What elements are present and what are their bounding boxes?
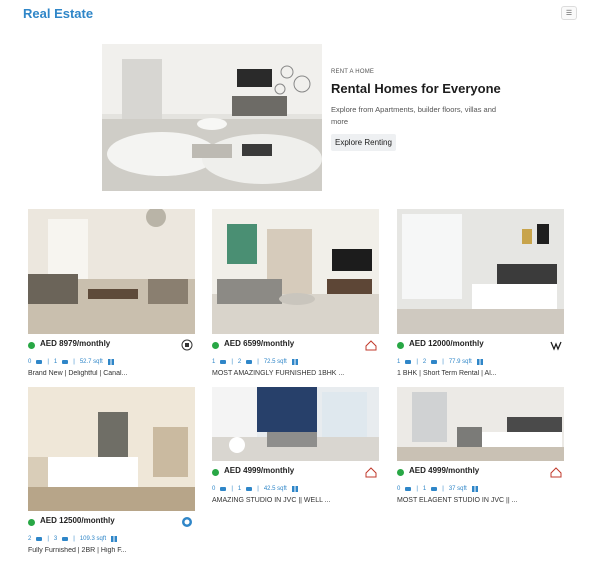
price-row: AED 4999/monthly bbox=[397, 466, 564, 480]
listing-meta: 0 | 1 | 42.5 sqft bbox=[212, 483, 379, 494]
price-row: AED 8979/monthly bbox=[28, 339, 195, 353]
bedrooms-count: 0 bbox=[397, 485, 401, 492]
bath-icon bbox=[431, 359, 438, 364]
verified-check-icon bbox=[397, 342, 404, 349]
agency-logo-icon bbox=[365, 340, 377, 351]
hero-description: Explore from Apartments, builder floors,… bbox=[331, 105, 497, 126]
verified-check-icon bbox=[28, 519, 35, 526]
listing-photo[interactable] bbox=[28, 387, 195, 511]
listing-price: AED 8979/monthly bbox=[40, 339, 111, 348]
agency-logo-icon bbox=[365, 467, 377, 478]
listing-photo[interactable] bbox=[397, 387, 564, 461]
listing-card[interactable]: AED 8979/monthly 0 | 1 | 52.7 sqft Brand… bbox=[28, 209, 195, 377]
menu-toggle-button[interactable]: ☰ bbox=[561, 6, 577, 20]
price-row: AED 12000/monthly bbox=[397, 339, 564, 353]
bath-icon bbox=[246, 359, 253, 364]
bed-icon bbox=[220, 359, 227, 364]
listing-price: AED 4999/monthly bbox=[409, 466, 480, 475]
listing-title[interactable]: Fully Furnished | 2BR | High F... bbox=[28, 547, 195, 554]
listing-price: AED 6599/monthly bbox=[224, 339, 295, 348]
listing-photo[interactable] bbox=[28, 209, 195, 334]
navbar: Real Estate ☰ bbox=[0, 0, 600, 30]
bathrooms-count: 2 bbox=[422, 358, 427, 365]
agency-logo-icon bbox=[182, 517, 192, 527]
area-icon bbox=[476, 358, 483, 365]
listing-meta: 0 | 1 | 37 sqft bbox=[397, 483, 564, 494]
listing-price: AED 4999/monthly bbox=[224, 466, 295, 475]
listing-card[interactable]: AED 6599/monthly 1 | 2 | 72.5 sqft MOST … bbox=[212, 209, 379, 377]
hero-eyebrow: RENT A HOME bbox=[331, 69, 375, 75]
bedrooms-count: 1 bbox=[397, 358, 401, 365]
bathrooms-count: 3 bbox=[53, 535, 58, 542]
bed-icon bbox=[405, 486, 412, 491]
area-value: 52.7 sqft bbox=[79, 358, 103, 365]
bath-icon bbox=[62, 536, 69, 541]
listing-photo[interactable] bbox=[212, 387, 379, 461]
listing-meta: 1 | 2 | 77.9 sqft bbox=[397, 356, 564, 367]
price-row: AED 4999/monthly bbox=[212, 466, 379, 480]
bedrooms-count: 0 bbox=[28, 358, 32, 365]
verified-check-icon bbox=[28, 342, 35, 349]
bed-icon bbox=[405, 359, 412, 364]
listing-price: AED 12000/monthly bbox=[409, 339, 484, 348]
area-value: 72.5 sqft bbox=[263, 358, 287, 365]
listing-photo[interactable] bbox=[212, 209, 379, 334]
area-value: 37 sqft bbox=[448, 485, 467, 492]
bed-icon bbox=[220, 486, 227, 491]
agency-logo-icon bbox=[550, 467, 562, 478]
listing-photo[interactable] bbox=[397, 209, 564, 334]
area-icon bbox=[291, 358, 298, 365]
bath-icon bbox=[246, 486, 253, 491]
verified-check-icon bbox=[212, 469, 219, 476]
area-icon bbox=[107, 358, 114, 365]
hero-title: Rental Homes for Everyone bbox=[331, 81, 501, 96]
area-icon bbox=[291, 485, 298, 492]
listing-title[interactable]: Brand New | Delightful | Canal... bbox=[28, 370, 195, 377]
agency-logo-icon bbox=[181, 339, 193, 351]
listing-meta: 1 | 2 | 72.5 sqft bbox=[212, 356, 379, 367]
area-icon bbox=[111, 535, 118, 542]
bathrooms-count: 1 bbox=[422, 485, 427, 492]
hamburger-icon: ☰ bbox=[565, 9, 573, 17]
area-value: 109.3 sqft bbox=[79, 535, 107, 542]
listing-price: AED 12500/monthly bbox=[40, 516, 115, 525]
agency-logo-icon bbox=[550, 341, 562, 351]
bedrooms-count: 2 bbox=[28, 535, 32, 542]
listing-title[interactable]: AMAZING STUDIO IN JVC || WELL ... bbox=[212, 497, 379, 504]
hero-image bbox=[102, 44, 322, 191]
listing-title[interactable]: MOST ELAGENT STUDIO IN JVC || ... bbox=[397, 497, 564, 504]
bedrooms-count: 0 bbox=[212, 485, 216, 492]
bedrooms-count: 1 bbox=[212, 358, 216, 365]
listing-meta: 2 | 3 | 109.3 sqft bbox=[28, 533, 195, 544]
bath-icon bbox=[62, 359, 69, 364]
area-value: 77.9 sqft bbox=[448, 358, 472, 365]
listing-card[interactable]: AED 4999/monthly 0 | 1 | 37 sqft MOST EL… bbox=[397, 387, 564, 504]
hero-content: RENT A HOME Rental Homes for Everyone Ex… bbox=[331, 69, 511, 151]
verified-check-icon bbox=[397, 469, 404, 476]
bathrooms-count: 1 bbox=[53, 358, 58, 365]
bed-icon bbox=[36, 536, 43, 541]
listing-card[interactable]: AED 4999/monthly 0 | 1 | 42.5 sqft AMAZI… bbox=[212, 387, 379, 504]
listing-meta: 0 | 1 | 52.7 sqft bbox=[28, 356, 195, 367]
price-row: AED 12500/monthly bbox=[28, 516, 195, 530]
area-icon bbox=[471, 485, 478, 492]
listing-card[interactable]: AED 12000/monthly 1 | 2 | 77.9 sqft 1 BH… bbox=[397, 209, 564, 377]
bath-icon bbox=[431, 486, 438, 491]
listing-card[interactable]: AED 12500/monthly 2 | 3 | 109.3 sqft Ful… bbox=[28, 387, 195, 554]
explore-renting-button[interactable]: Explore Renting bbox=[331, 134, 396, 151]
area-value: 42.5 sqft bbox=[263, 485, 287, 492]
brand-logo-text[interactable]: Real Estate bbox=[23, 6, 93, 21]
listing-title[interactable]: MOST AMAZINGLY FURNISHED 1BHK ... bbox=[212, 370, 379, 377]
verified-check-icon bbox=[212, 342, 219, 349]
bathrooms-count: 1 bbox=[237, 485, 242, 492]
bed-icon bbox=[36, 359, 43, 364]
listing-title[interactable]: 1 BHK | Short Term Rental | Al... bbox=[397, 370, 564, 377]
price-row: AED 6599/monthly bbox=[212, 339, 379, 353]
bathrooms-count: 2 bbox=[237, 358, 242, 365]
